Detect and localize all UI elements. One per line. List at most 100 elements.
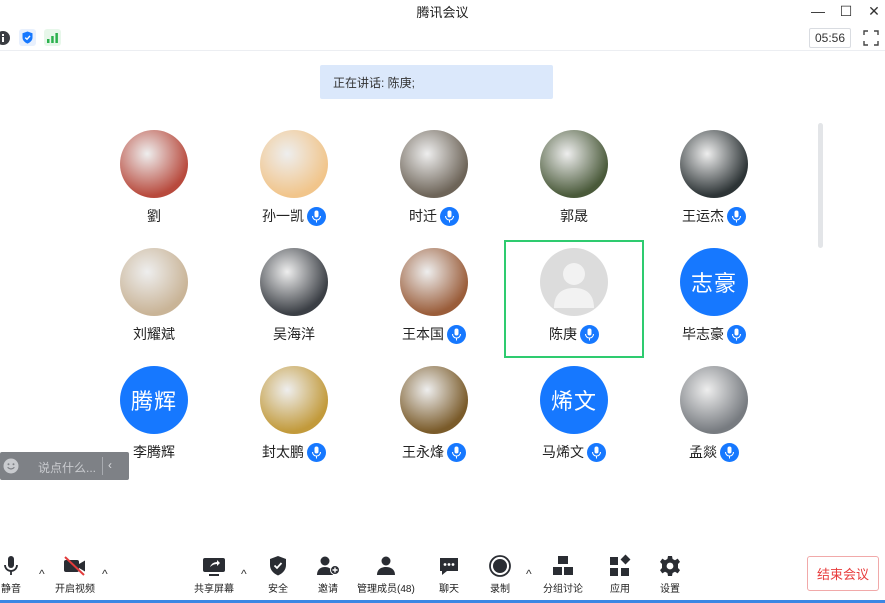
breakout-button[interactable]: 分组讨论 [543, 553, 583, 595]
video-button[interactable]: 开启视频 [55, 553, 95, 595]
participant-tile[interactable]: 刘耀斌 [84, 240, 224, 358]
invite-button[interactable]: 邀请 [315, 553, 341, 595]
minimize-button[interactable]: — [811, 3, 825, 19]
chat-input[interactable]: 说点什么... [38, 459, 96, 476]
avatar-initials: 烯文 [550, 389, 597, 414]
avatar [680, 130, 748, 198]
mute-button[interactable]: 静音 [0, 553, 24, 595]
avatar [120, 248, 188, 316]
security-button[interactable]: 安全 [265, 553, 291, 595]
meeting-timer: 05:56 [809, 28, 851, 48]
signal-icon[interactable] [44, 29, 61, 46]
share-options-caret[interactable]: ^ [241, 567, 247, 581]
chat-icon [436, 553, 462, 579]
chat-popup[interactable]: 说点什么... ‹ [0, 452, 129, 480]
participant-tile[interactable]: 孙一凯 [224, 122, 364, 240]
microphone-icon [727, 206, 746, 226]
security-shield-icon [265, 553, 291, 579]
share-screen-icon [201, 553, 227, 579]
fullscreen-icon[interactable] [862, 29, 880, 47]
video-label: 开启视频 [55, 584, 95, 595]
participant-name: 毕志豪 [682, 326, 724, 342]
share-screen-button[interactable]: 共享屏幕 [194, 553, 234, 595]
participant-name: 王永烽 [402, 444, 444, 460]
avatar [680, 366, 748, 434]
shield-icon[interactable] [19, 29, 36, 46]
participant-name-row: 王运杰 [644, 206, 784, 226]
chat-button[interactable]: 聊天 [436, 553, 462, 595]
collapse-chat-button[interactable]: ‹ [108, 458, 112, 472]
avatar: 志豪 [680, 248, 748, 316]
participant-tile[interactable]: 王本国 [364, 240, 504, 358]
info-bar: 05:56 [0, 25, 885, 51]
avatar: 腾辉 [120, 366, 188, 434]
record-icon [487, 553, 513, 579]
window-controls: — ☐ ✕ [811, 0, 881, 22]
participant-tile[interactable]: 劉 [84, 122, 224, 240]
participant-tile[interactable]: 王永烽 [364, 358, 504, 476]
audio-options-caret[interactable]: ^ [39, 567, 45, 581]
participant-name: 陈庚 [549, 326, 577, 342]
record-button[interactable]: 录制 [487, 553, 513, 595]
participant-tile[interactable]: 时迁 [364, 122, 504, 240]
gear-icon [657, 553, 683, 579]
participant-name-row: 王永烽 [364, 442, 504, 462]
manage-members-button[interactable]: 管理成员(48) [357, 553, 415, 595]
participant-tile[interactable]: 志豪毕志豪 [644, 240, 784, 358]
participant-name: 孟燚 [689, 444, 717, 460]
microphone-icon [307, 442, 326, 462]
record-options-caret[interactable]: ^ [526, 567, 532, 581]
end-meeting-button[interactable]: 结束会议 [807, 556, 879, 591]
participant-name-row: 吴海洋 [224, 324, 364, 344]
microphone-icon [447, 442, 466, 462]
participant-tile[interactable]: 烯文马烯文 [504, 358, 644, 476]
avatar [400, 366, 468, 434]
maximize-button[interactable]: ☐ [839, 3, 853, 20]
invite-label: 邀请 [318, 584, 338, 595]
apps-button[interactable]: 应用 [607, 553, 633, 595]
participant-name: 马烯文 [542, 444, 584, 460]
close-button[interactable]: ✕ [867, 3, 881, 20]
record-label: 录制 [490, 584, 510, 595]
avatar [260, 366, 328, 434]
settings-button[interactable]: 设置 [657, 553, 683, 595]
avatar [540, 130, 608, 198]
microphone-icon [0, 553, 24, 579]
avatar [260, 248, 328, 316]
window-title: 腾讯会议 [416, 4, 469, 20]
breakout-label: 分组讨论 [543, 584, 583, 595]
participant-scrollbar[interactable] [818, 123, 823, 248]
participant-tile[interactable]: 王运杰 [644, 122, 784, 240]
security-label: 安全 [268, 584, 288, 595]
participant-tile[interactable]: 陈庚 [504, 240, 644, 358]
video-options-caret[interactable]: ^ [102, 567, 108, 581]
settings-label: 设置 [660, 584, 680, 595]
participant-name-row: 王本国 [364, 324, 504, 344]
participant-tile[interactable]: 吴海洋 [224, 240, 364, 358]
participant-name-row: 劉 [84, 206, 224, 226]
participant-tile[interactable]: 孟燚 [644, 358, 784, 476]
members-icon [373, 553, 399, 579]
avatar [260, 130, 328, 198]
participant-name: 吴海洋 [273, 326, 315, 342]
meeting-toolbar: 静音 ^ 开启视频 ^ 共享屏幕 ^ 安全 邀请 管理成员(48) 聊天 录制 … [0, 550, 885, 600]
microphone-icon [307, 206, 326, 226]
avatar [400, 130, 468, 198]
participant-name-row: 刘耀斌 [84, 324, 224, 344]
participant-name-row: 马烯文 [504, 442, 644, 462]
microphone-icon [440, 206, 459, 226]
chat-divider [102, 457, 103, 475]
participant-name: 劉 [147, 208, 161, 224]
participant-name: 刘耀斌 [133, 326, 175, 342]
microphone-icon [727, 324, 746, 344]
speaking-label: 正在讲话: 陈庚; [333, 75, 416, 90]
title-bar: 腾讯会议 — ☐ ✕ [0, 0, 885, 22]
participant-name: 王运杰 [682, 208, 724, 224]
participant-tile[interactable]: 封太鹏 [224, 358, 364, 476]
participant-name: 时迁 [409, 208, 437, 224]
info-icon[interactable] [0, 29, 11, 46]
smile-icon[interactable] [3, 458, 19, 474]
participant-tile[interactable]: 郭晟 [504, 122, 644, 240]
participant-name: 李腾辉 [133, 444, 175, 460]
avatar-initials: 志豪 [690, 271, 737, 296]
